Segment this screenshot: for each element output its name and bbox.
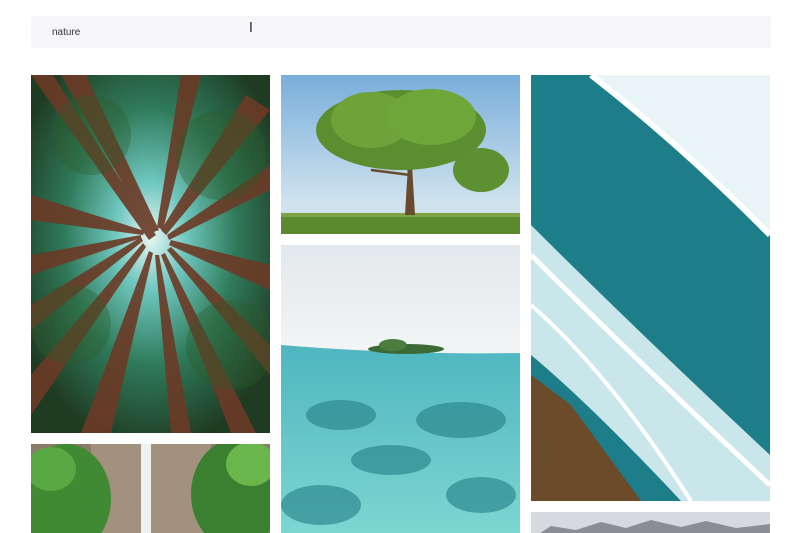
ocean-waves-aerial-photo[interactable] [531,75,770,501]
mountain-range-photo[interactable] [531,512,770,533]
redwood-forest-photo[interactable] [31,75,270,433]
search-bar[interactable] [31,16,771,48]
waterfall-photo[interactable] [31,444,270,533]
lone-tree-photo[interactable] [281,75,520,234]
text-cursor-icon: I [249,21,253,36]
search-input[interactable] [31,16,771,48]
underwater-island-photo[interactable] [281,245,520,533]
